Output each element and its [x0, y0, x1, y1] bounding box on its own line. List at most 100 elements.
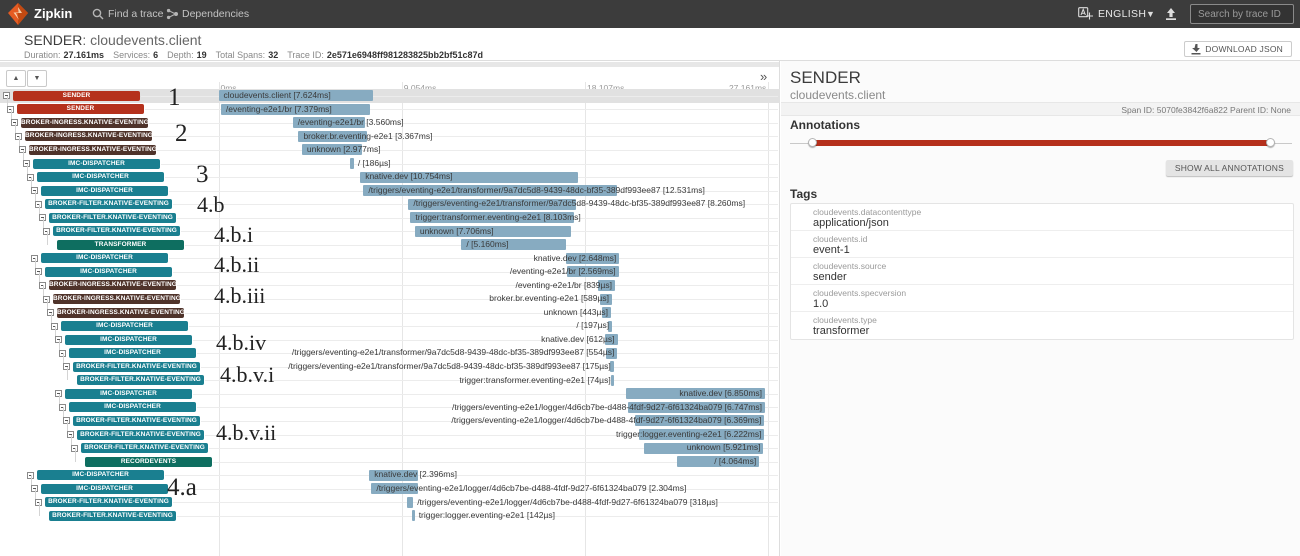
service-badge[interactable]: BROKER-FILTER.KNATIVE-EVENTING [77, 430, 204, 440]
trace-row[interactable]: BROKER-INGRESS.KNATIVE-EVENTINGbroker.br… [0, 292, 780, 306]
service-badge[interactable]: TRANSFORMER [57, 240, 184, 250]
trace-row[interactable]: BROKER-FILTER.KNATIVE-EVENTING/triggers/… [0, 197, 780, 211]
trace-row[interactable]: BROKER-FILTER.KNATIVE-EVENTINGunknown [7… [0, 225, 780, 239]
span-label: /triggers/eventing-e2e1/logger/4d6cb7be-… [417, 496, 718, 510]
trace-row[interactable]: IMC-DISPATCHER/triggers/eventing-e2e1/tr… [0, 184, 780, 198]
trace-row[interactable]: BROKER-INGRESS.KNATIVE-EVENTING/eventing… [0, 116, 780, 130]
annotation-number: 4.b.ii [214, 252, 259, 278]
trace-row[interactable]: BROKER-INGRESS.KNATIVE-EVENTINGunknown [… [0, 143, 780, 157]
service-badge[interactable]: IMC-DISPATCHER [65, 389, 192, 399]
trace-row[interactable]: IMC-DISPATCHER/ [186µs] [0, 157, 780, 171]
annotations-heading: Annotations [790, 118, 860, 132]
service-badge[interactable]: IMC-DISPATCHER [41, 253, 168, 263]
service-badge[interactable]: BROKER-INGRESS.KNATIVE-EVENTING [53, 294, 180, 304]
trace-row[interactable]: BROKER-FILTER.KNATIVE-EVENTINGtrigger:tr… [0, 374, 780, 388]
trace-minimap[interactable] [0, 62, 779, 67]
language-selector[interactable]: ENGLISH [1098, 0, 1146, 28]
search-by-trace-id-input[interactable] [1190, 4, 1294, 24]
show-all-annotations-button[interactable]: SHOW ALL ANNOTATIONS [1166, 160, 1293, 176]
annotation-slider-knob-left[interactable] [808, 138, 817, 147]
trace-row[interactable]: IMC-DISPATCHER/triggers/eventing-e2e1/tr… [0, 346, 780, 360]
service-badge[interactable]: BROKER-FILTER.KNATIVE-EVENTING [45, 497, 172, 507]
download-json-button[interactable]: DOWNLOAD JSON [1184, 41, 1292, 57]
download-icon [1191, 44, 1201, 55]
span-label: /eventing-e2e1/br [7.379ms] [226, 103, 332, 117]
service-badge[interactable]: BROKER-FILTER.KNATIVE-EVENTING [81, 443, 208, 453]
prev-span-button[interactable]: ▲ [6, 70, 26, 87]
service-badge[interactable]: BROKER-INGRESS.KNATIVE-EVENTING [21, 118, 148, 128]
trace-row[interactable]: BROKER-FILTER.KNATIVE-EVENTING/triggers/… [0, 414, 780, 428]
service-badge[interactable]: BROKER-FILTER.KNATIVE-EVENTING [73, 416, 200, 426]
service-badge[interactable]: BROKER-INGRESS.KNATIVE-EVENTING [29, 145, 156, 155]
nav-find-a-trace[interactable]: Find a trace [108, 0, 163, 28]
nav-dependencies[interactable]: Dependencies [182, 0, 249, 28]
brand-title[interactable]: Zipkin [34, 0, 72, 28]
service-badge[interactable]: BROKER-FILTER.KNATIVE-EVENTING [53, 226, 180, 236]
trace-row[interactable]: IMC-DISPATCHER/triggers/eventing-e2e1/lo… [0, 401, 780, 415]
span-bar[interactable] [611, 375, 614, 386]
trace-row[interactable]: IMC-DISPATCHER/triggers/eventing-e2e1/lo… [0, 482, 780, 496]
trace-row[interactable]: IMC-DISPATCHERknative.dev [2.396ms] [0, 468, 780, 482]
trace-row[interactable]: IMC-DISPATCHERknative.dev [10.754ms] [0, 170, 780, 184]
service-badge[interactable]: IMC-DISPATCHER [41, 484, 168, 494]
service-badge[interactable]: BROKER-FILTER.KNATIVE-EVENTING [49, 511, 176, 521]
service-badge[interactable]: IMC-DISPATCHER [37, 172, 164, 182]
row-guideline [189, 326, 778, 327]
trace-row[interactable]: BROKER-INGRESS.KNATIVE-EVENTING/eventing… [0, 279, 780, 293]
trace-row[interactable]: BROKER-FILTER.KNATIVE-EVENTINGtrigger:tr… [0, 211, 780, 225]
trace-row[interactable]: IMC-DISPATCHER/eventing-e2e1/br [2.569ms… [0, 265, 780, 279]
zipkin-logo-icon[interactable] [8, 3, 28, 25]
trace-row[interactable]: SENDERcloudevents.client [7.624ms] [0, 89, 780, 103]
service-badge[interactable]: IMC-DISPATCHER [61, 321, 188, 331]
next-span-button[interactable]: ▼ [27, 70, 47, 87]
service-badge[interactable]: BROKER-FILTER.KNATIVE-EVENTING [77, 375, 204, 385]
service-badge[interactable]: BROKER-FILTER.KNATIVE-EVENTING [49, 213, 176, 223]
trace-row[interactable]: TRANSFORMER/ [5.160ms] [0, 238, 780, 252]
service-badge[interactable]: IMC-DISPATCHER [41, 186, 168, 196]
service-badge[interactable]: BROKER-FILTER.KNATIVE-EVENTING [73, 362, 200, 372]
service-badge[interactable]: BROKER-INGRESS.KNATIVE-EVENTING [25, 131, 152, 141]
chevron-down-icon[interactable]: ▼ [1146, 0, 1155, 28]
service-badge[interactable]: IMC-DISPATCHER [69, 348, 196, 358]
service-badge[interactable]: IMC-DISPATCHER [33, 159, 160, 169]
service-badge[interactable]: RECORDEVENTS [85, 457, 212, 467]
service-badge[interactable]: IMC-DISPATCHER [37, 470, 164, 480]
trace-row[interactable]: RECORDEVENTS / [4.064ms] [0, 455, 780, 469]
trace-row[interactable]: IMC-DISPATCHER/ [197µs] [0, 319, 780, 333]
span-label: trigger:logger.eventing-e2e1 [142µs] [419, 509, 555, 523]
service-badge[interactable]: IMC-DISPATCHER [69, 402, 196, 412]
trace-row[interactable]: IMC-DISPATCHERknative.dev [2.648ms] [0, 252, 780, 266]
span-label: / [4.064ms] [714, 455, 756, 469]
trace-row[interactable]: IMC-DISPATCHERknative.dev [612µs] [0, 333, 780, 347]
trace-row[interactable]: IMC-DISPATCHERknative.dev [6.850ms] [0, 387, 780, 401]
trace-row[interactable]: BROKER-FILTER.KNATIVE-EVENTING trigger:lo… [0, 509, 780, 523]
trace-row[interactable]: BROKER-FILTER.KNATIVE-EVENTINGtrigger:lo… [0, 428, 780, 442]
span-bar[interactable] [407, 497, 413, 508]
service-badge[interactable]: IMC-DISPATCHER [65, 335, 192, 345]
annotation-number: 4.a [167, 474, 197, 502]
trace-row[interactable]: BROKER-FILTER.KNATIVE-EVENTINGunknown [5… [0, 441, 780, 455]
service-badge[interactable]: SENDER [13, 91, 140, 101]
service-badge[interactable]: BROKER-FILTER.KNATIVE-EVENTING [45, 199, 172, 209]
service-badge[interactable]: BROKER-INGRESS.KNATIVE-EVENTING [49, 280, 176, 290]
service-badge[interactable]: IMC-DISPATCHER [45, 267, 172, 277]
collapse-panel-icon[interactable]: » [760, 69, 767, 84]
meta-value: 2e571e6948ff981283825bb2bf51c87d [327, 50, 483, 60]
span-bar[interactable] [412, 510, 415, 521]
annotation-slider-range[interactable] [812, 140, 1270, 146]
annotation-number: 3 [196, 161, 209, 189]
meta-value: 32 [268, 50, 278, 60]
trace-row[interactable]: BROKER-INGRESS.KNATIVE-EVENTINGbroker.br… [0, 130, 780, 144]
trace-row[interactable]: BROKER-FILTER.KNATIVE-EVENTING/triggers/… [0, 360, 780, 374]
trace-row[interactable]: BROKER-INGRESS.KNATIVE-EVENTINGunknown [… [0, 306, 780, 320]
upload-trace-icon[interactable] [1164, 7, 1178, 21]
meta-label: Duration: [24, 50, 61, 60]
span-bar[interactable] [350, 158, 354, 169]
trace-row[interactable]: SENDER/eventing-e2e1/br [7.379ms] [0, 103, 780, 117]
service-badge[interactable]: SENDER [17, 104, 144, 114]
service-badge[interactable]: BROKER-INGRESS.KNATIVE-EVENTING [57, 308, 184, 318]
tag-key: cloudevents.specversion [813, 288, 906, 298]
trace-row[interactable]: BROKER-FILTER.KNATIVE-EVENTING/triggers/… [0, 496, 780, 510]
annotation-slider-knob-right[interactable] [1266, 138, 1275, 147]
navbar: Zipkin Find a trace Dependencies ENGLISH… [0, 0, 1300, 28]
